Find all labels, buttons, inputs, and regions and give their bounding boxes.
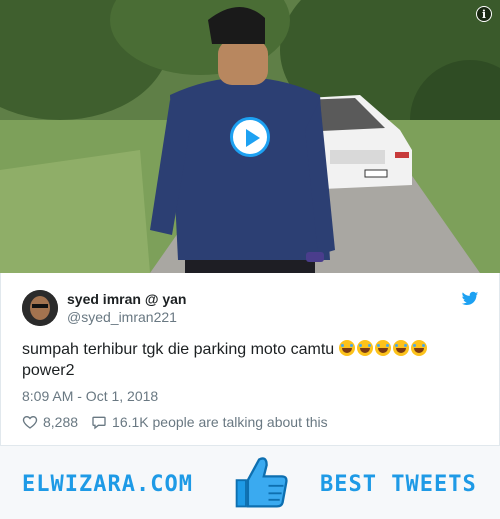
emoji-group (338, 340, 429, 358)
joy-emoji-icon (410, 340, 427, 356)
author-handle[interactable]: @syed_imran221 (67, 309, 177, 325)
speech-bubble-icon[interactable] (91, 414, 107, 430)
joy-emoji-icon (338, 340, 355, 356)
info-icon[interactable]: i (476, 6, 492, 22)
joy-emoji-icon (356, 340, 373, 356)
twitter-bird-icon[interactable] (461, 291, 479, 307)
joy-emoji-icon (374, 340, 391, 356)
tweet-card: syed imran @ yan @syed_imran221 sumpah t… (0, 273, 500, 445)
thumbs-up-icon (235, 457, 288, 508)
tweet-text-line2: power2 (22, 362, 75, 379)
tweet-media[interactable]: i (0, 0, 500, 273)
heart-icon[interactable] (22, 414, 38, 430)
best-tweets-label: BEST TWEETS (320, 472, 477, 497)
timestamp-link[interactable]: 8:09 AM - Oct 1, 2018 (22, 388, 158, 404)
site-banner: ELWIZARA.COM BEST TWEETS (0, 445, 500, 519)
play-icon[interactable] (230, 117, 270, 157)
joy-emoji-icon (392, 340, 409, 356)
tweet-text-line1: sumpah terhibur tgk die parking moto cam… (22, 341, 335, 358)
tweet-text: sumpah terhibur tgk die parking moto cam… (22, 339, 482, 381)
talking-count[interactable]: 16.1K people are talking about this (112, 414, 328, 430)
author-name[interactable]: syed imran @ yan (67, 291, 186, 307)
like-count[interactable]: 8,288 (43, 414, 78, 430)
tweet-actions: 8,288 16.1K people are talking about thi… (22, 414, 328, 430)
site-name[interactable]: ELWIZARA.COM (22, 472, 193, 497)
avatar[interactable] (22, 290, 58, 326)
